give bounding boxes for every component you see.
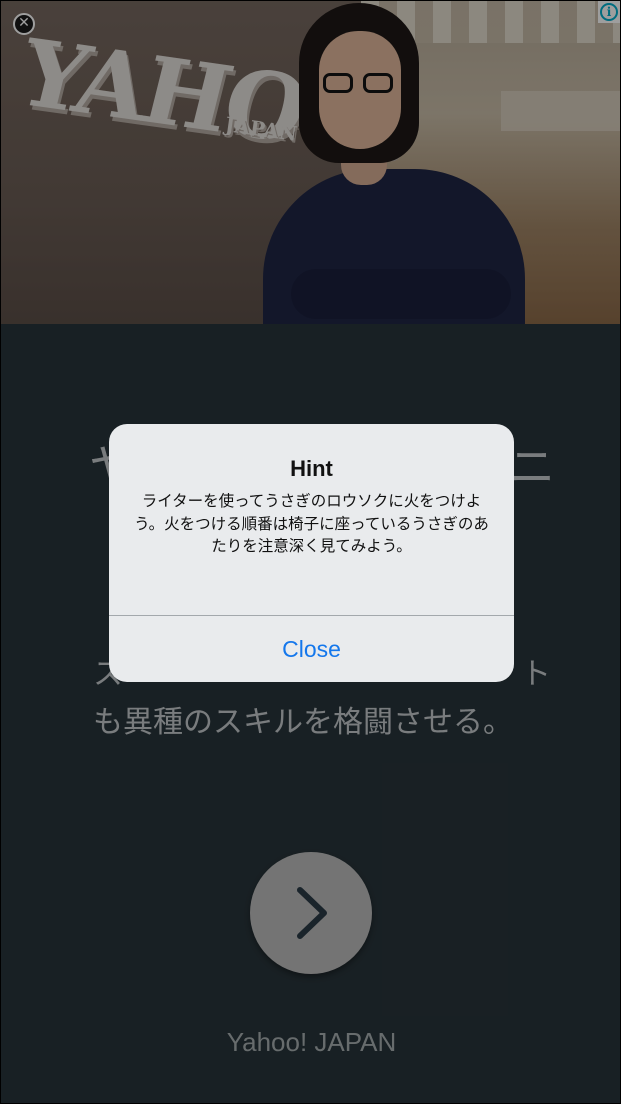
hint-alert: Hint ライターを使ってうさぎのロウソクに火をつけよう。火をつける順番は椅子に…	[109, 424, 514, 682]
alert-message: ライターを使ってうさぎのロウソクに火をつけよう。火をつける順番は椅子に座っている…	[134, 492, 489, 555]
alert-title: Hint	[290, 456, 333, 481]
screen: YAHOO! JAPAN ✕ i ヤ ニ ス ト も異種のスキルを格闘させる。 …	[1, 1, 620, 1103]
close-button[interactable]: Close	[109, 616, 514, 682]
